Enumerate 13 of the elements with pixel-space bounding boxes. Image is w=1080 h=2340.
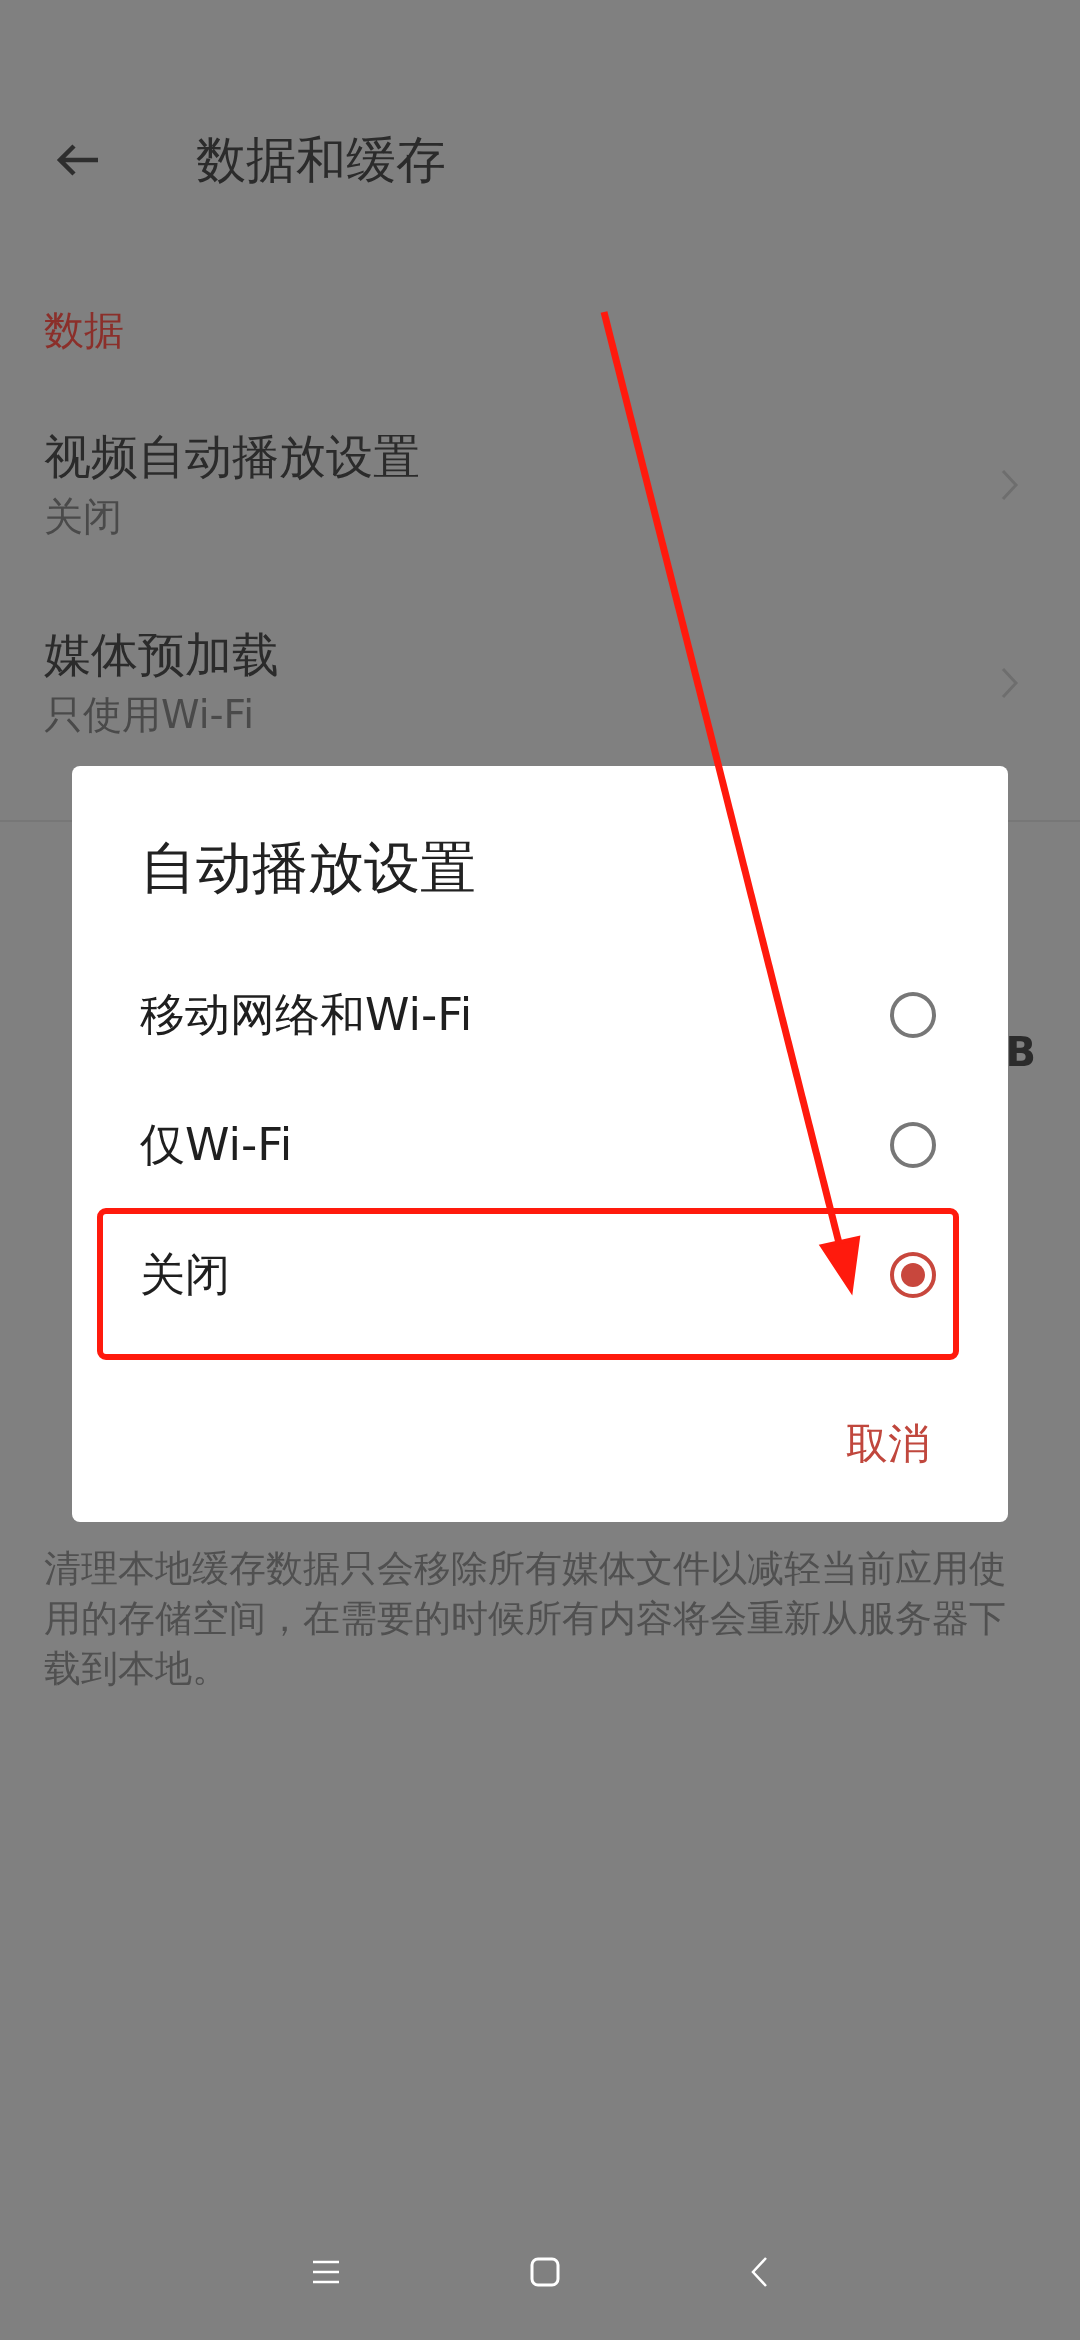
cache-size: B — [1005, 1029, 1036, 1075]
option-label[interactable]: 关闭 — [140, 1245, 230, 1305]
radio-button[interactable] — [890, 1122, 936, 1168]
home-icon[interactable] — [530, 2257, 560, 2287]
option-label[interactable]: 移动网络和Wi-Fi — [140, 985, 473, 1045]
radio-button[interactable] — [890, 992, 936, 1038]
menu-icon[interactable] — [312, 2260, 340, 2284]
section-title: 数据 — [43, 306, 125, 355]
dialog-title: 自动播放设置 — [140, 834, 477, 902]
option-label[interactable]: 仅Wi-Fi — [140, 1115, 293, 1175]
back-icon[interactable] — [56, 143, 100, 177]
page-title: 数据和缓存 — [196, 129, 446, 191]
radio-button[interactable] — [890, 1252, 936, 1298]
